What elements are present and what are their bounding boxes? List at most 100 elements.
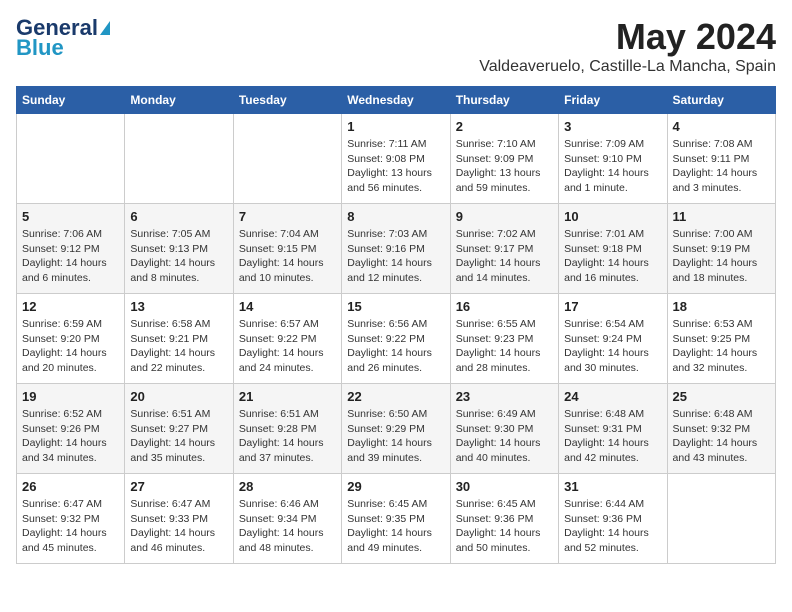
column-header-sunday: Sunday: [17, 87, 125, 114]
day-number: 30: [456, 479, 553, 494]
day-info: Sunrise: 7:05 AMSunset: 9:13 PMDaylight:…: [130, 227, 227, 286]
column-header-friday: Friday: [559, 87, 667, 114]
day-info: Sunrise: 6:47 AMSunset: 9:33 PMDaylight:…: [130, 497, 227, 556]
column-header-wednesday: Wednesday: [342, 87, 450, 114]
calendar-week-row: 1Sunrise: 7:11 AMSunset: 9:08 PMDaylight…: [17, 114, 776, 204]
day-number: 8: [347, 209, 444, 224]
day-number: 22: [347, 389, 444, 404]
calendar-cell: 5Sunrise: 7:06 AMSunset: 9:12 PMDaylight…: [17, 204, 125, 294]
day-info: Sunrise: 6:53 AMSunset: 9:25 PMDaylight:…: [673, 317, 770, 376]
day-info: Sunrise: 7:00 AMSunset: 9:19 PMDaylight:…: [673, 227, 770, 286]
day-number: 20: [130, 389, 227, 404]
day-info: Sunrise: 6:58 AMSunset: 9:21 PMDaylight:…: [130, 317, 227, 376]
calendar-cell: 1Sunrise: 7:11 AMSunset: 9:08 PMDaylight…: [342, 114, 450, 204]
day-info: Sunrise: 7:06 AMSunset: 9:12 PMDaylight:…: [22, 227, 119, 286]
calendar-header-row: SundayMondayTuesdayWednesdayThursdayFrid…: [17, 87, 776, 114]
calendar-cell: 27 Sunrise: 6:47 AMSunset: 9:33 PMDayligh…: [125, 474, 233, 564]
calendar-cell: [17, 114, 125, 204]
calendar-cell: 13 Sunrise: 6:58 AMSunset: 9:21 PMDayligh…: [125, 294, 233, 384]
day-number: 10: [564, 209, 661, 224]
day-info: Sunrise: 6:48 AMSunset: 9:31 PMDaylight:…: [564, 407, 661, 466]
day-info: Sunrise: 6:48 AMSunset: 9:32 PMDaylight:…: [673, 407, 770, 466]
calendar-cell: 12 Sunrise: 6:59 AMSunset: 9:20 PMDayligh…: [17, 294, 125, 384]
calendar-cell: 24 Sunrise: 6:48 AMSunset: 9:31 PMDayligh…: [559, 384, 667, 474]
day-number: 1: [347, 119, 444, 134]
calendar-cell: 9 Sunrise: 7:02 AMSunset: 9:17 PMDaylight…: [450, 204, 558, 294]
calendar-cell: 28 Sunrise: 6:46 AMSunset: 9:34 PMDayligh…: [233, 474, 341, 564]
day-number: 12: [22, 299, 119, 314]
day-number: 28: [239, 479, 336, 494]
calendar-cell: 29Sunrise: 6:45 AMSunset: 9:35 PMDayligh…: [342, 474, 450, 564]
day-number: 25: [673, 389, 770, 404]
calendar-cell: 16 Sunrise: 6:55 AMSunset: 9:23 PMDayligh…: [450, 294, 558, 384]
column-header-monday: Monday: [125, 87, 233, 114]
day-number: 14: [239, 299, 336, 314]
column-header-tuesday: Tuesday: [233, 87, 341, 114]
calendar-cell: 20 Sunrise: 6:51 AMSunset: 9:27 PMDayligh…: [125, 384, 233, 474]
day-info: Sunrise: 6:46 AMSunset: 9:34 PMDaylight:…: [239, 497, 336, 556]
day-info: Sunrise: 7:03 AMSunset: 9:16 PMDaylight:…: [347, 227, 444, 286]
calendar-cell: 19 Sunrise: 6:52 AMSunset: 9:26 PMDayligh…: [17, 384, 125, 474]
day-info: Sunrise: 7:02 AMSunset: 9:17 PMDaylight:…: [456, 227, 553, 286]
logo-blue: Blue: [16, 36, 64, 60]
calendar-cell: 4 Sunrise: 7:08 AMSunset: 9:11 PMDaylight…: [667, 114, 775, 204]
day-info: Sunrise: 6:50 AMSunset: 9:29 PMDaylight:…: [347, 407, 444, 466]
day-number: 23: [456, 389, 553, 404]
day-number: 6: [130, 209, 227, 224]
calendar-cell: 6 Sunrise: 7:05 AMSunset: 9:13 PMDaylight…: [125, 204, 233, 294]
calendar-cell: 21Sunrise: 6:51 AMSunset: 9:28 PMDayligh…: [233, 384, 341, 474]
column-header-thursday: Thursday: [450, 87, 558, 114]
calendar-week-row: 19 Sunrise: 6:52 AMSunset: 9:26 PMDayligh…: [17, 384, 776, 474]
day-number: 26: [22, 479, 119, 494]
day-info: Sunrise: 6:51 AMSunset: 9:27 PMDaylight:…: [130, 407, 227, 466]
day-info: Sunrise: 7:01 AMSunset: 9:18 PMDaylight:…: [564, 227, 661, 286]
calendar-cell: [233, 114, 341, 204]
calendar-cell: 8 Sunrise: 7:03 AMSunset: 9:16 PMDaylight…: [342, 204, 450, 294]
calendar-cell: 26 Sunrise: 6:47 AMSunset: 9:32 PMDayligh…: [17, 474, 125, 564]
day-number: 18: [673, 299, 770, 314]
calendar-cell: [125, 114, 233, 204]
day-info: Sunrise: 6:45 AMSunset: 9:36 PMDaylight:…: [456, 497, 553, 556]
day-number: 4: [673, 119, 770, 134]
day-info: Sunrise: 7:04 AMSunset: 9:15 PMDaylight:…: [239, 227, 336, 286]
calendar-cell: 2 Sunrise: 7:10 AMSunset: 9:09 PMDaylight…: [450, 114, 558, 204]
day-number: 2: [456, 119, 553, 134]
day-number: 11: [673, 209, 770, 224]
day-info: Sunrise: 6:52 AMSunset: 9:26 PMDaylight:…: [22, 407, 119, 466]
day-number: 27: [130, 479, 227, 494]
day-info: Sunrise: 7:08 AMSunset: 9:11 PMDaylight:…: [673, 137, 770, 196]
day-info: Sunrise: 6:49 AMSunset: 9:30 PMDaylight:…: [456, 407, 553, 466]
day-number: 16: [456, 299, 553, 314]
day-number: 7: [239, 209, 336, 224]
calendar-cell: 25 Sunrise: 6:48 AMSunset: 9:32 PMDayligh…: [667, 384, 775, 474]
day-number: 9: [456, 209, 553, 224]
day-info: Sunrise: 7:10 AMSunset: 9:09 PMDaylight:…: [456, 137, 553, 196]
calendar-cell: 30 Sunrise: 6:45 AMSunset: 9:36 PMDayligh…: [450, 474, 558, 564]
day-info: Sunrise: 6:47 AMSunset: 9:32 PMDaylight:…: [22, 497, 119, 556]
day-number: 29: [347, 479, 444, 494]
calendar-cell: 31Sunrise: 6:44 AMSunset: 9:36 PMDayligh…: [559, 474, 667, 564]
calendar-cell: 23 Sunrise: 6:49 AMSunset: 9:30 PMDayligh…: [450, 384, 558, 474]
day-info: Sunrise: 6:55 AMSunset: 9:23 PMDaylight:…: [456, 317, 553, 376]
calendar-cell: 10 Sunrise: 7:01 AMSunset: 9:18 PMDayligh…: [559, 204, 667, 294]
calendar-cell: 11 Sunrise: 7:00 AMSunset: 9:19 PMDayligh…: [667, 204, 775, 294]
calendar-cell: [667, 474, 775, 564]
month-title: May 2024: [479, 16, 776, 58]
calendar-week-row: 5Sunrise: 7:06 AMSunset: 9:12 PMDaylight…: [17, 204, 776, 294]
day-info: Sunrise: 6:56 AMSunset: 9:22 PMDaylight:…: [347, 317, 444, 376]
logo: General Blue: [16, 16, 110, 60]
day-number: 17: [564, 299, 661, 314]
page-header: General Blue May 2024 Valdeaveruelo, Cas…: [16, 16, 776, 76]
calendar-week-row: 26 Sunrise: 6:47 AMSunset: 9:32 PMDayligh…: [17, 474, 776, 564]
day-number: 15: [347, 299, 444, 314]
calendar-table: SundayMondayTuesdayWednesdayThursdayFrid…: [16, 86, 776, 564]
day-info: Sunrise: 6:51 AMSunset: 9:28 PMDaylight:…: [239, 407, 336, 466]
calendar-cell: 3Sunrise: 7:09 AMSunset: 9:10 PMDaylight…: [559, 114, 667, 204]
day-info: Sunrise: 6:59 AMSunset: 9:20 PMDaylight:…: [22, 317, 119, 376]
day-info: Sunrise: 6:57 AMSunset: 9:22 PMDaylight:…: [239, 317, 336, 376]
column-header-saturday: Saturday: [667, 87, 775, 114]
day-number: 24: [564, 389, 661, 404]
day-number: 13: [130, 299, 227, 314]
day-number: 19: [22, 389, 119, 404]
calendar-cell: 17Sunrise: 6:54 AMSunset: 9:24 PMDayligh…: [559, 294, 667, 384]
